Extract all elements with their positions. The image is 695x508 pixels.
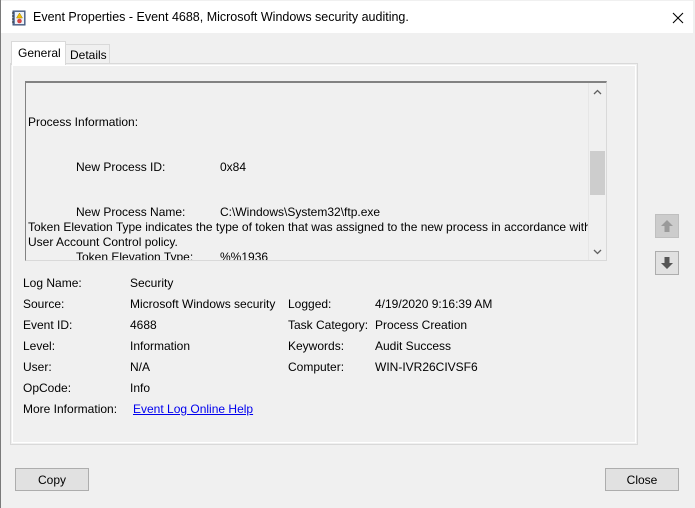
tab-details[interactable]: Details xyxy=(64,44,110,65)
source-label: Source: xyxy=(23,297,65,311)
scroll-down-button[interactable] xyxy=(589,243,606,260)
more-information-label: More Information: xyxy=(23,402,118,416)
user-value: N/A xyxy=(130,360,151,374)
logged-label: Logged: xyxy=(288,297,332,311)
event-id-label: Event ID: xyxy=(23,318,73,332)
title-bar: Event Properties - Event 4688, Microsoft… xyxy=(1,1,693,33)
scroll-up-button[interactable] xyxy=(589,83,606,100)
description-row: Token Elevation Type: %%1936 xyxy=(76,250,269,261)
description-scrollbar[interactable] xyxy=(588,83,606,260)
log-name-label: Log Name: xyxy=(23,276,82,290)
chevron-up-icon xyxy=(593,89,602,94)
description-row: New Process ID: 0x84 xyxy=(76,160,247,174)
window-frame xyxy=(0,0,1,508)
level-label: Level: xyxy=(23,339,56,353)
tab-general[interactable]: General xyxy=(11,41,66,65)
event-log-icon xyxy=(11,10,26,26)
tab-general-label: General xyxy=(18,46,61,60)
user-label: User: xyxy=(23,360,52,374)
scroll-thumb[interactable] xyxy=(590,151,605,195)
window-title: Event Properties - Event 4688, Microsoft… xyxy=(33,10,409,24)
opcode-value: Info xyxy=(130,381,151,395)
description-paragraph: Token Elevation Type indicates the type … xyxy=(28,220,591,249)
computer-label: Computer: xyxy=(288,360,345,374)
task-category-label: Task Category: xyxy=(288,318,369,332)
event-log-online-help-link[interactable]: Event Log Online Help xyxy=(133,402,253,416)
description-header: Process Information: xyxy=(28,115,139,129)
description-row: New Process Name: C:\Windows\System32\ftp… xyxy=(76,205,381,219)
logged-value: 4/19/2020 9:16:39 AM xyxy=(375,297,493,311)
event-id-value: 4688 xyxy=(130,318,157,332)
source-value: Microsoft Windows security xyxy=(130,297,276,311)
copy-button[interactable]: Copy xyxy=(15,468,89,491)
chevron-down-icon xyxy=(593,249,602,254)
close-icon xyxy=(672,12,684,24)
level-value: Information xyxy=(130,339,191,353)
task-category-value: Process Creation xyxy=(375,318,468,332)
event-description[interactable]: Process Information: New Process ID: 0x84… xyxy=(25,81,607,261)
arrow-up-icon xyxy=(661,220,673,232)
opcode-label: OpCode: xyxy=(23,381,72,395)
tab-details-label: Details xyxy=(70,48,107,62)
close-window-button[interactable] xyxy=(665,7,691,29)
previous-event-button[interactable] xyxy=(655,214,679,238)
close-button[interactable]: Close xyxy=(605,468,679,491)
next-event-button[interactable] xyxy=(655,251,679,275)
computer-value: WIN-IVR26CIVSF6 xyxy=(375,360,478,374)
log-name-value: Security xyxy=(130,276,174,290)
arrow-down-icon xyxy=(661,257,673,269)
keywords-label: Keywords: xyxy=(288,339,345,353)
keywords-value: Audit Success xyxy=(375,339,452,353)
